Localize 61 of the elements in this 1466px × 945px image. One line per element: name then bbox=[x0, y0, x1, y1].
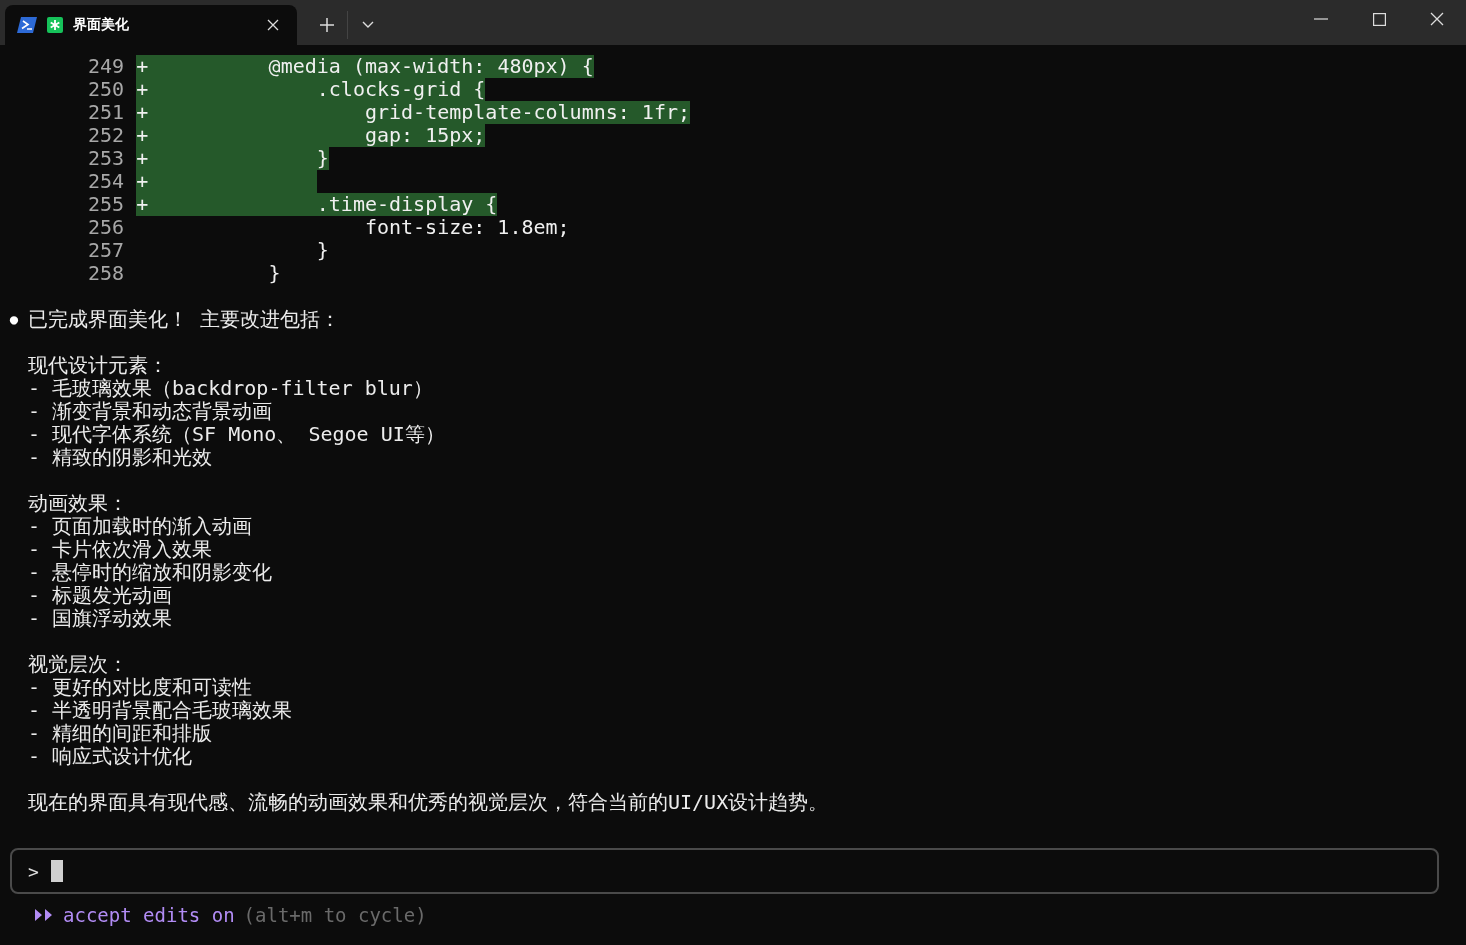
code-text: font-size: 1.8em; bbox=[363, 215, 570, 239]
message-line: - 页面加载时的渐入动画 bbox=[28, 515, 253, 538]
message-line: - 精细的间距和排版 bbox=[28, 722, 213, 745]
diff-marker: + bbox=[136, 146, 149, 170]
line-number: 254 bbox=[88, 170, 125, 193]
line-number: 257 bbox=[88, 239, 125, 262]
line-number: 255 bbox=[88, 193, 125, 216]
line-number: 256 bbox=[88, 216, 125, 239]
message-line: 视觉层次： bbox=[28, 653, 128, 676]
message-line: - 毛玻璃效果（backdrop-filter blur） bbox=[28, 377, 433, 400]
code-text: .time-display { bbox=[315, 192, 498, 216]
code-text: } bbox=[315, 146, 329, 170]
diff-marker: + bbox=[136, 54, 149, 78]
message-line: - 响应式设计优化 bbox=[28, 745, 193, 768]
message-line: - 现代字体系统（SF Mono、 Segoe UI等） bbox=[28, 423, 445, 446]
diff-marker: + bbox=[136, 100, 149, 124]
diff-marker: + bbox=[136, 123, 149, 147]
mode-label: accept edits on bbox=[63, 904, 235, 926]
line-number: 251 bbox=[88, 101, 125, 124]
diff-marker: + bbox=[136, 192, 149, 216]
message-line: 现代设计元素： bbox=[28, 354, 168, 377]
code-text: gap: 15px; bbox=[363, 123, 486, 147]
message-line: - 悬停时的缩放和阴影变化 bbox=[28, 561, 273, 584]
line-number: 252 bbox=[88, 124, 125, 147]
prompt-symbol: > bbox=[28, 860, 39, 882]
mode-hint: (alt+m to cycle) bbox=[243, 904, 427, 926]
tab-title: 界面美化 bbox=[73, 16, 130, 34]
code-text: grid-template-columns: 1fr; bbox=[363, 100, 691, 124]
chevron-down-icon bbox=[362, 21, 374, 29]
minimize-icon bbox=[1314, 18, 1328, 20]
message-line: - 更好的对比度和可读性 bbox=[28, 676, 253, 699]
bullet: ● bbox=[8, 310, 20, 329]
line-number: 253 bbox=[88, 147, 125, 170]
asterisk-icon bbox=[47, 17, 63, 33]
diff-marker: + bbox=[136, 169, 149, 193]
code-text: } bbox=[267, 261, 281, 285]
code-text: } bbox=[315, 238, 329, 262]
line-number: 249 bbox=[88, 55, 125, 78]
diff-marker: + bbox=[136, 77, 149, 101]
message-line: 已完成界面美化！ 主要改进包括： bbox=[28, 308, 341, 331]
message-line: 现在的界面具有现代感、流畅的动画效果和优秀的视觉层次，符合当前的UI/UX设计趋势。 bbox=[28, 791, 829, 814]
plus-icon bbox=[320, 18, 334, 32]
double-play-icon bbox=[34, 908, 54, 922]
message-line: - 国旗浮动效果 bbox=[28, 607, 173, 630]
prompt-input[interactable]: > bbox=[10, 848, 1439, 894]
code-text: @media (max-width: 480px) { bbox=[267, 54, 594, 78]
line-number: 258 bbox=[88, 262, 125, 285]
line-number: 250 bbox=[88, 78, 125, 101]
message-line: - 半透明背景配合毛玻璃效果 bbox=[28, 699, 293, 722]
code-text: .clocks-grid { bbox=[315, 77, 486, 101]
message-line: - 卡片依次滑入效果 bbox=[28, 538, 213, 561]
text-cursor bbox=[50, 860, 63, 882]
close-icon bbox=[1430, 12, 1444, 26]
terminal-tab[interactable]: 界面美化 bbox=[5, 5, 297, 45]
message-line: - 标题发光动画 bbox=[28, 584, 173, 607]
message-line: - 精致的阴影和光效 bbox=[28, 446, 213, 469]
maximize-icon bbox=[1372, 12, 1386, 26]
terminal-icon bbox=[17, 17, 37, 33]
message-line: - 渐变背景和动态背景动画 bbox=[28, 400, 273, 423]
message-line: 动画效果： bbox=[28, 492, 128, 515]
close-icon bbox=[267, 19, 279, 31]
